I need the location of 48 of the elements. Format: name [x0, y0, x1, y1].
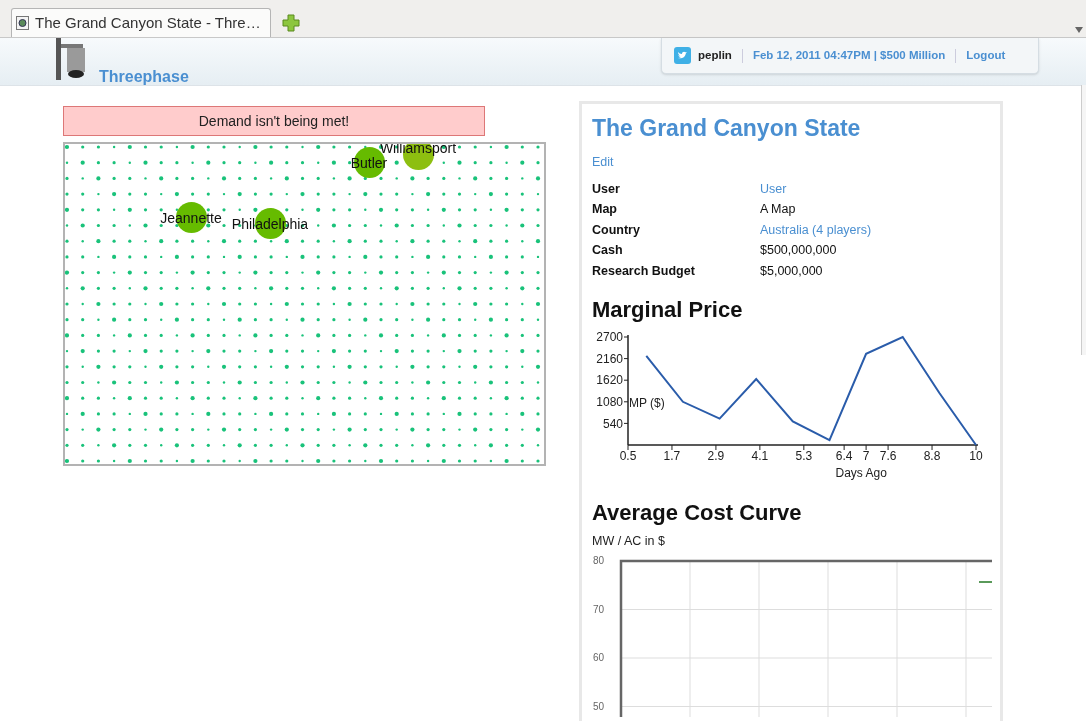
field-value: A Map	[760, 201, 796, 218]
chart-title: Average Cost Curve	[592, 499, 803, 528]
field-value: $500,000,000	[760, 242, 837, 259]
axis-tick-label: 4.1	[751, 450, 769, 463]
bird-icon	[674, 47, 691, 64]
logout-link[interactable]: Logout	[966, 46, 1006, 65]
axis-tick-label: 8.8	[923, 450, 941, 463]
axis-tick-label: 1.7	[663, 450, 681, 463]
axis-tick-label: 80	[593, 556, 605, 566]
field-label: Country	[592, 221, 641, 239]
site-name-link[interactable]: Threephase	[99, 65, 189, 89]
axis-tick-label: 540	[602, 417, 623, 430]
axis-tick-label: 10	[969, 450, 983, 463]
browser-tab[interactable]: The Grand Canyon State - Thre…	[11, 8, 271, 37]
edit-link[interactable]: Edit	[592, 153, 614, 172]
field-link[interactable]: Australia (4 players)	[760, 221, 872, 239]
cost-line	[978, 581, 992, 583]
field-label: Research Budget	[592, 262, 696, 280]
field-label: Cash	[592, 242, 624, 259]
axis-tick-label: 70	[593, 604, 605, 615]
axis-tick-label: 6.4	[835, 450, 853, 463]
axis-tick-label: 60	[593, 653, 605, 663]
axis-tick-label: 7.6	[879, 450, 897, 463]
chart-subtitle: MW / AC in $	[592, 533, 665, 551]
axis-tick-label: 2160	[596, 352, 623, 365]
page-title: The Grand Canyon State	[592, 114, 862, 143]
axis-tick-label: 1620	[596, 374, 623, 387]
axis-tick-label: 7	[862, 450, 870, 463]
axis-tick-label: 5.3	[795, 450, 813, 463]
axis-title: Days Ago	[835, 467, 887, 480]
chart-title: Marginal Price	[592, 296, 744, 325]
username: peplin	[698, 47, 732, 63]
axis-tick-label: 0.5	[619, 450, 637, 463]
status-link[interactable]: Feb 12, 2011 04:47PM | $500 Million	[752, 46, 946, 65]
field-label: User	[592, 180, 621, 198]
alert-banner: Demand isn't being met!	[63, 106, 485, 136]
dropdown-arrow-icon[interactable]	[1075, 27, 1083, 33]
field-value: $5,000,000	[760, 262, 823, 280]
field-label: Map	[592, 201, 618, 218]
axis-tick-label: 50	[593, 701, 605, 712]
scrollbar[interactable]	[1081, 85, 1086, 355]
axis-tick-label: 2700	[596, 331, 623, 344]
axis-title: MP ($)	[629, 397, 665, 410]
page-icon	[16, 16, 29, 30]
axis-tick-label: 2.9	[707, 450, 725, 463]
plus-icon	[282, 14, 300, 32]
field-link[interactable]: User	[760, 180, 787, 198]
axis-tick-label: 1080	[596, 396, 623, 409]
